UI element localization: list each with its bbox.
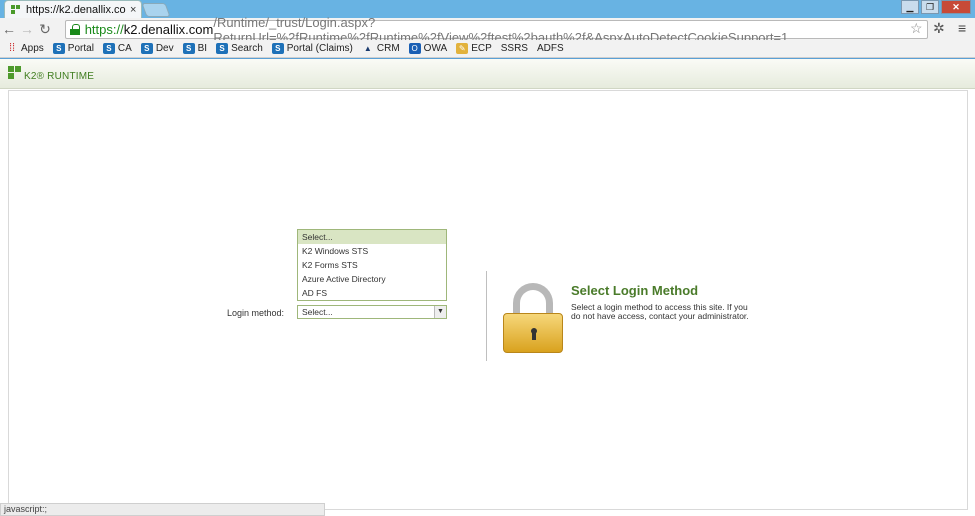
new-tab-button[interactable] — [141, 3, 171, 17]
chevron-down-icon[interactable]: ▼ — [434, 306, 446, 318]
login-method-label: Login method: — [227, 308, 285, 318]
back-icon[interactable]: ← — [0, 21, 18, 37]
window-controls: ▁ ❐ ✕ — [901, 0, 971, 14]
outlook-icon: O — [408, 43, 421, 54]
sharepoint-icon: S — [52, 43, 65, 54]
login-method-select[interactable]: Select... ▼ — [297, 305, 447, 319]
minimize-button[interactable]: ▁ — [901, 0, 919, 14]
bookmark-search[interactable]: S Search — [216, 43, 263, 54]
k2-favicon-icon — [11, 4, 21, 15]
option-ad-fs[interactable]: AD FS — [298, 286, 446, 300]
bookmark-owa[interactable]: O OWA — [408, 43, 447, 54]
option-k2-windows-sts[interactable]: K2 Windows STS — [298, 244, 446, 258]
bookmark-bi[interactable]: S BI — [182, 43, 207, 54]
bookmark-dev[interactable]: S Dev — [140, 43, 174, 54]
extension-icon[interactable]: ✲ — [933, 20, 945, 37]
url-scheme: https:// — [84, 22, 124, 37]
k2-logo-icon — [8, 66, 22, 80]
lock-icon — [70, 24, 80, 35]
sharepoint-icon: S — [140, 43, 153, 54]
option-k2-forms-sts[interactable]: K2 Forms STS — [298, 258, 446, 272]
info-text: Select a login method to access this sit… — [571, 302, 749, 321]
close-icon[interactable]: × — [130, 4, 136, 16]
exchange-icon: ✎ — [456, 43, 469, 54]
select-value: Select... — [302, 307, 333, 317]
option-azure-ad[interactable]: Azure Active Directory — [298, 272, 446, 286]
bookmarks-bar: ⁞⁞ Apps S Portal S CA S Dev S BI S Search S Por… — [0, 40, 975, 110]
sharepoint-icon: S — [102, 43, 115, 54]
page-content: K2® RUNTIME Login method: Select... K2 W… — [0, 59, 975, 516]
bookmark-ca[interactable]: S CA — [102, 43, 132, 54]
product-title: K2® RUNTIME — [24, 71, 95, 82]
apps-grid-icon: ⁞⁞ — [8, 42, 16, 54]
status-bar: javascript:; — [0, 503, 325, 516]
bookmark-ssrs[interactable]: SSRS — [0, 43, 528, 110]
vertical-divider — [486, 271, 487, 361]
bookmark-ecp[interactable]: ✎ ECP — [456, 43, 492, 54]
reload-icon[interactable]: ↻ — [36, 21, 54, 38]
padlock-icon — [503, 283, 563, 355]
sharepoint-icon: S — [271, 43, 284, 54]
browser-tab[interactable]: https://k2.denallix.com/R × — [4, 0, 142, 18]
info-title: Select Login Method — [571, 283, 699, 298]
k2-header: K2® RUNTIME — [0, 59, 975, 89]
sharepoint-icon: S — [216, 43, 229, 54]
address-bar[interactable]: https:// k2.denallix.com /Runtime/_trust… — [65, 15, 928, 45]
bookmark-crm[interactable]: ▲ CRM — [362, 43, 400, 54]
forward-icon[interactable]: → — [18, 21, 36, 37]
bookmark-adfs[interactable]: ADFS — [0, 43, 564, 110]
sharepoint-icon: S — [182, 43, 195, 54]
bookmark-apps[interactable]: ⁞⁞ Apps — [6, 42, 44, 55]
bookmark-star-icon[interactable]: ☆ — [910, 20, 923, 37]
url-host: k2.denallix.com — [123, 22, 214, 37]
option-select[interactable]: Select... — [298, 230, 446, 244]
browser-toolbar: ← → ↻ https:// k2.denallix.com /Runtime/… — [0, 15, 975, 45]
restore-button[interactable]: ❐ — [921, 0, 939, 14]
crm-icon: ▲ — [363, 44, 372, 53]
close-window-button[interactable]: ✕ — [941, 0, 971, 14]
bookmark-portal-claims[interactable]: S Portal (Claims) — [271, 43, 353, 54]
menu-icon[interactable]: ≡ — [958, 20, 966, 36]
bookmark-portal[interactable]: S Portal — [52, 43, 94, 54]
tab-title: https://k2.denallix.com/R — [26, 3, 126, 16]
login-panel — [8, 90, 968, 510]
login-method-options[interactable]: Select... K2 Windows STS K2 Forms STS Az… — [297, 229, 447, 301]
